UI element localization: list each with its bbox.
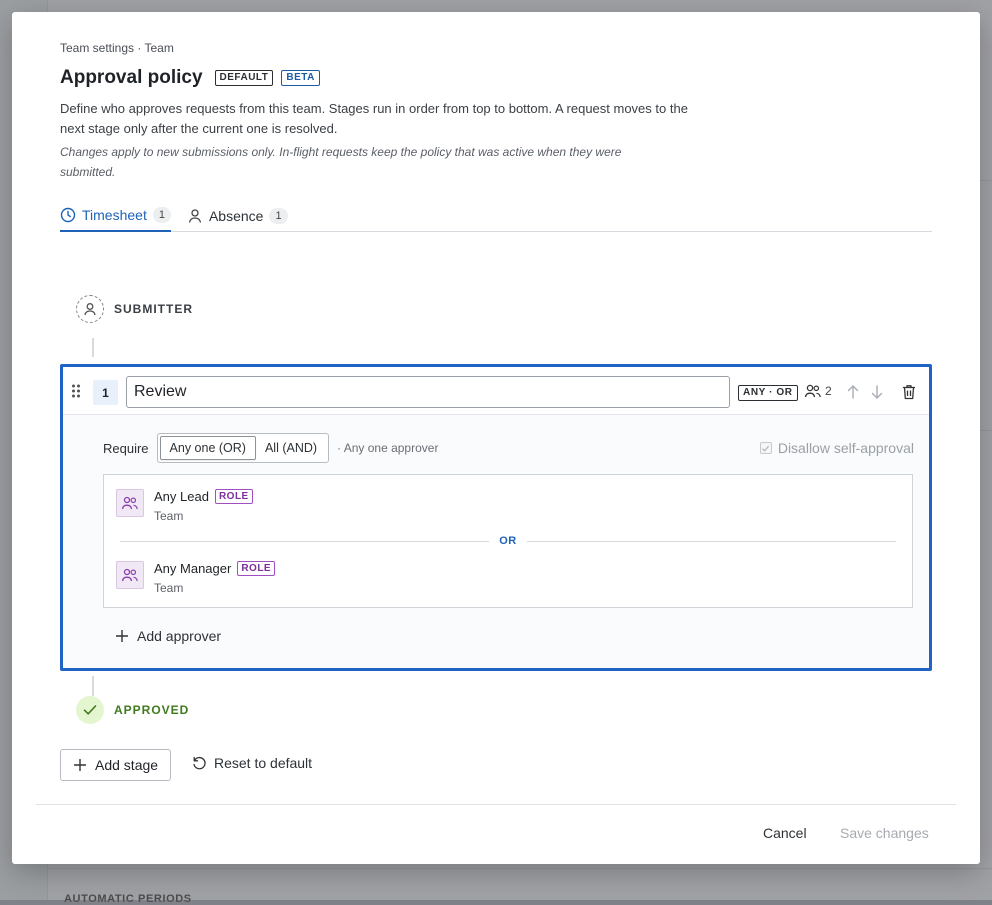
policy-note: Changes apply to new submissions only. I… [60, 145, 622, 179]
stage-mode-badge: ANY · OR [738, 385, 798, 401]
approved-label: APPROVED [114, 703, 190, 717]
add-approver-label: Add approver [137, 628, 222, 644]
breadcrumb: Team settings · Team [60, 41, 174, 55]
tab-count: 1 [152, 207, 171, 223]
add-stage-label: Add stage [95, 757, 159, 773]
reset-to-default-button[interactable]: Reset to default [192, 755, 312, 771]
require-row: Require Any one (OR) All (AND) · Any one… [103, 433, 438, 463]
require-label: Require [103, 440, 149, 456]
description: Define who approves requests from this t… [60, 101, 688, 136]
title-row: Approval policy DEFAULT BETA [60, 67, 320, 89]
flow-connector [92, 338, 94, 357]
tab-label: Absence [208, 208, 264, 224]
or-label: OR [499, 535, 517, 547]
move-up-icon[interactable] [844, 383, 862, 401]
plus-icon [116, 630, 128, 642]
default-badge: DEFAULT [214, 70, 274, 86]
tab-label: Timesheet [82, 207, 147, 223]
people-icon [804, 384, 821, 398]
request-type-tabs: Timesheet 1 Absence 1 [60, 204, 932, 232]
approver-info: Any Lead ROLE Team [154, 489, 253, 523]
save-changes-button[interactable]: Save changes [840, 825, 929, 841]
checkbox-icon [759, 442, 772, 454]
group-icon [116, 489, 144, 517]
tab-timesheet[interactable]: Timesheet 1 [60, 204, 171, 232]
drag-handle-icon[interactable] [71, 384, 81, 398]
plus-icon [74, 759, 86, 771]
submitter-label: SUBMITTER [114, 302, 193, 316]
approver-count-value: 2 [825, 384, 832, 398]
person-icon [188, 209, 202, 223]
footer-divider [36, 804, 956, 805]
cancel-button[interactable]: Cancel [763, 825, 807, 841]
require-any-option[interactable]: Any one (OR) [159, 436, 256, 460]
list-item[interactable]: Any Manager ROLE Team [116, 561, 276, 595]
add-stage-button[interactable]: Add stage [60, 749, 172, 781]
reset-icon [193, 756, 206, 769]
approver-scope: Team [154, 509, 184, 523]
approver-count: 2 [804, 384, 832, 398]
approver-name-row: Any Lead ROLE [154, 489, 253, 504]
approval-policy-dialog: Team settings · Team Approval policy DEF… [12, 12, 980, 864]
flow-connector [92, 676, 94, 696]
delete-stage-icon[interactable] [900, 383, 918, 401]
require-hint: · Any one approver [337, 441, 439, 455]
disallow-self-approval-checkbox[interactable]: Disallow self-approval [759, 440, 914, 456]
stage-card: 1 ANY · OR 2 Require Any one (OR) All (A… [60, 364, 932, 671]
clock-icon [60, 207, 76, 223]
submitter-node: SUBMITTER [76, 295, 193, 323]
separator-line [120, 540, 490, 542]
page-title: Approval policy [60, 67, 203, 88]
tab-absence[interactable]: Absence 1 [187, 204, 288, 232]
approver-name-row: Any Manager ROLE [154, 561, 276, 576]
check-icon [76, 696, 104, 724]
add-approver-button[interactable]: Add approver [115, 628, 221, 644]
stage-number: 1 [93, 380, 118, 405]
separator-line [526, 540, 896, 542]
move-down-icon[interactable] [868, 383, 886, 401]
role-badge: ROLE [214, 489, 253, 504]
self-approval-label: Disallow self-approval [777, 440, 914, 456]
group-icon [116, 561, 144, 589]
tab-count: 1 [269, 208, 288, 224]
require-mode-toggle: Any one (OR) All (AND) [156, 433, 330, 463]
or-separator: OR [120, 534, 896, 548]
require-all-option[interactable]: All (AND) [256, 436, 326, 460]
approver-scope: Team [154, 581, 184, 595]
approved-node: APPROVED [76, 696, 189, 724]
reset-label: Reset to default [214, 755, 313, 771]
submitter-icon [76, 295, 104, 323]
approver-name: Any Lead [154, 489, 209, 504]
approver-name: Any Manager [154, 561, 232, 576]
approver-list: Any Lead ROLE Team OR Any Manager ROLE T… [103, 474, 913, 608]
stage-header: 1 ANY · OR 2 [63, 367, 929, 415]
approver-info: Any Manager ROLE Team [154, 561, 276, 595]
beta-badge: BETA [281, 70, 320, 86]
stage-name-input[interactable] [126, 376, 730, 408]
list-item[interactable]: Any Lead ROLE Team [116, 489, 253, 523]
role-badge: ROLE [237, 561, 276, 576]
